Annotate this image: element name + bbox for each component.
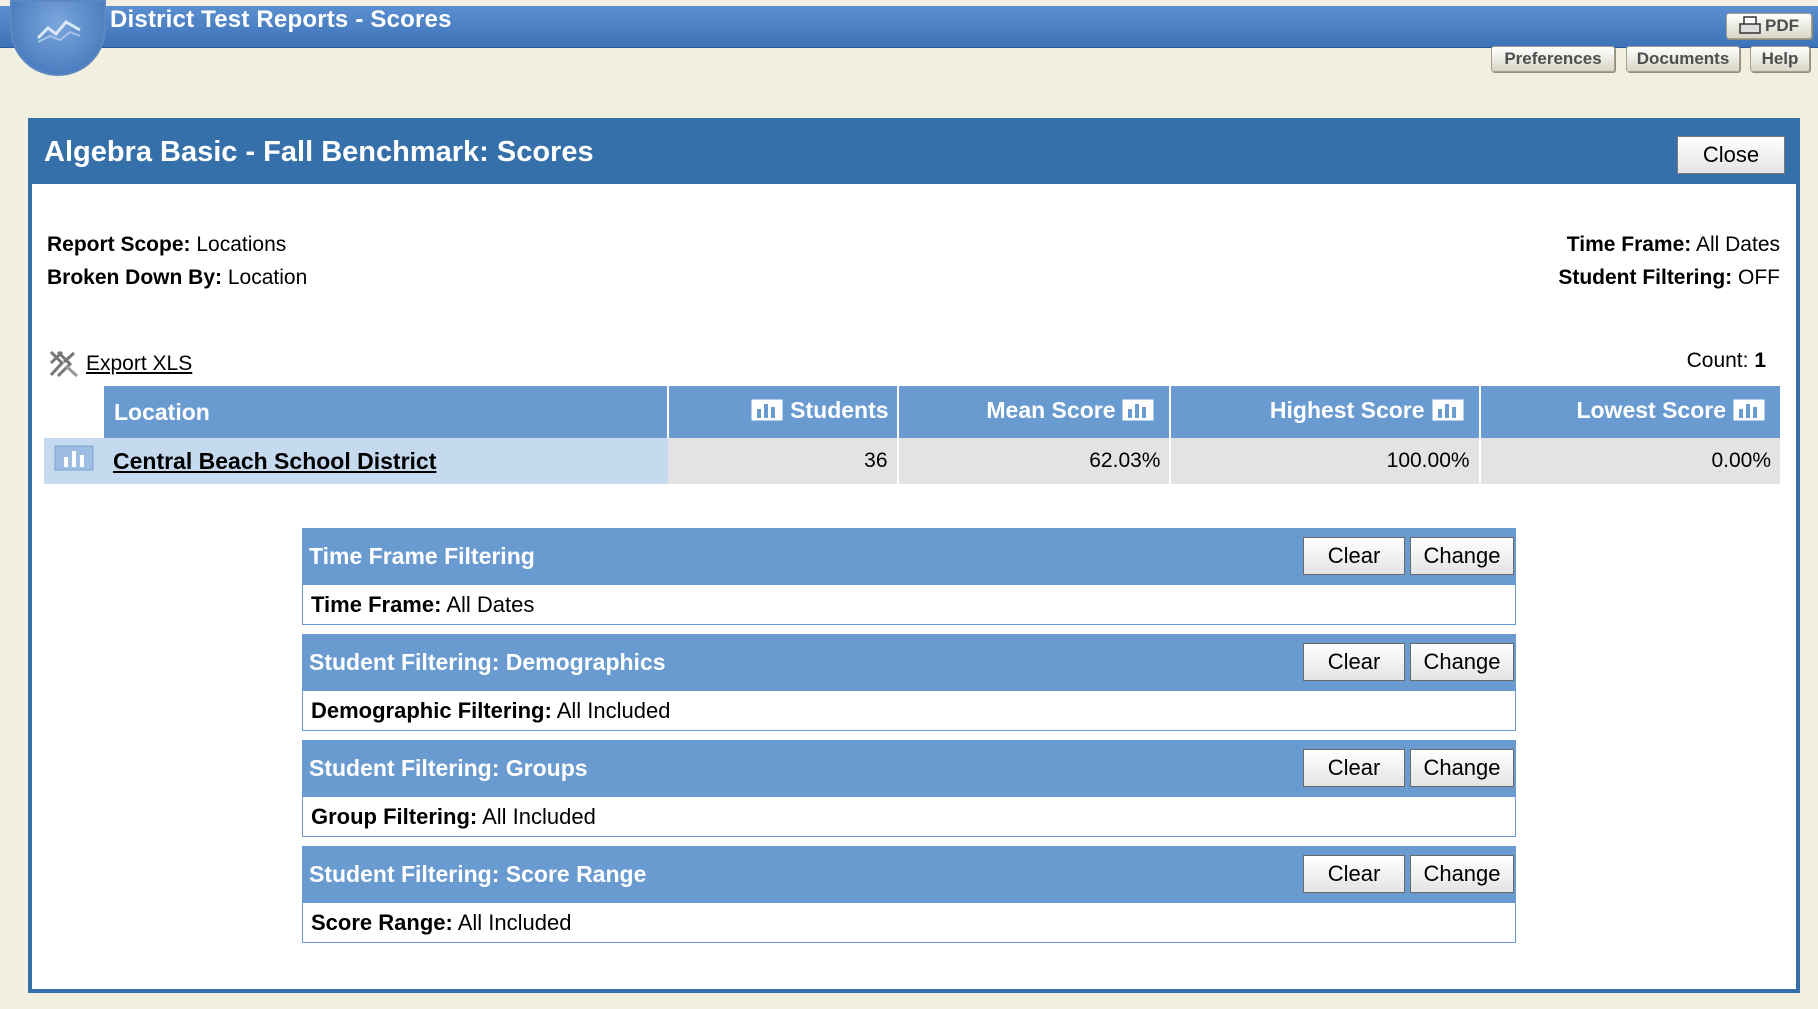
- table-header-row: Location Students Mean Score Highest Sco…: [44, 386, 1780, 438]
- broken-down-by-value: Location: [227, 266, 308, 289]
- filter-body: Time Frame: All Dates: [311, 592, 534, 618]
- line-chart-icon: [36, 20, 81, 43]
- filter-title: Student Filtering: Groups: [309, 755, 588, 781]
- filter-box-demographics: Student Filtering: Demographics Clear Ch…: [302, 634, 1516, 731]
- column-header-students[interactable]: Students: [668, 386, 899, 438]
- column-header-highest-score[interactable]: Highest Score: [1170, 386, 1481, 438]
- bar-chart-icon[interactable]: [1732, 398, 1766, 428]
- pdf-label: PDF: [1765, 16, 1799, 35]
- filter-title: Student Filtering: Demographics: [309, 649, 666, 675]
- app-logo: [10, 0, 106, 76]
- pdf-button[interactable]: PDF: [1726, 13, 1812, 39]
- filter-label: Demographic Filtering:: [311, 698, 552, 723]
- change-button[interactable]: Change: [1410, 749, 1514, 787]
- clear-button[interactable]: Clear: [1303, 855, 1405, 893]
- header-spacer: [44, 386, 104, 438]
- report-scope-value: Locations: [196, 233, 287, 256]
- bar-chart-icon[interactable]: [750, 398, 784, 428]
- broken-down-by: Broken Down By: Location: [47, 266, 307, 290]
- filter-value: All Dates: [446, 592, 535, 617]
- column-header-location[interactable]: Location: [103, 386, 669, 438]
- filter-header: Student Filtering: Demographics Clear Ch…: [303, 635, 1515, 691]
- cell-students: 36: [668, 438, 899, 484]
- filter-value: All Included: [457, 910, 572, 935]
- change-button[interactable]: Change: [1410, 643, 1514, 681]
- documents-button[interactable]: Documents: [1626, 46, 1740, 72]
- filter-label: Score Range:: [311, 910, 453, 935]
- cell-lowest-score: 0.00%: [1479, 438, 1780, 484]
- bar-chart-icon[interactable]: [1431, 398, 1465, 428]
- change-button[interactable]: Change: [1410, 537, 1514, 575]
- export-xls[interactable]: Export XLS: [48, 348, 192, 378]
- column-header-lowest-score[interactable]: Lowest Score: [1479, 386, 1780, 438]
- location-link[interactable]: Central Beach School District: [113, 448, 436, 474]
- filter-box-time-frame: Time Frame Filtering Clear Change Time F…: [302, 528, 1516, 625]
- time-frame-summary-value: All Dates: [1695, 233, 1780, 256]
- record-count-label: Count:: [1686, 349, 1749, 372]
- filter-box-score-range: Student Filtering: Score Range Clear Cha…: [302, 846, 1516, 943]
- close-button[interactable]: Close: [1677, 136, 1785, 174]
- filter-label: Time Frame:: [311, 592, 442, 617]
- cell-location: Central Beach School District: [103, 438, 668, 484]
- filter-title: Time Frame Filtering: [309, 543, 535, 569]
- filter-body: Group Filtering: All Included: [311, 804, 596, 830]
- filter-box-groups: Student Filtering: Groups Clear Change G…: [302, 740, 1516, 837]
- column-header-mean-score[interactable]: Mean Score: [897, 386, 1172, 438]
- record-count: Count: 1: [1687, 349, 1766, 373]
- export-xls-link[interactable]: Export XLS: [86, 352, 192, 375]
- help-button[interactable]: Help: [1750, 46, 1810, 72]
- app-title: District Test Reports - Scores: [110, 6, 452, 33]
- column-label-location: Location: [114, 398, 210, 425]
- change-button[interactable]: Change: [1410, 855, 1514, 893]
- filter-header: Student Filtering: Groups Clear Change: [303, 741, 1515, 797]
- bar-chart-icon[interactable]: [54, 445, 94, 471]
- scores-table: Location Students Mean Score Highest Sco…: [44, 386, 1780, 484]
- filter-value: All Included: [482, 804, 596, 829]
- cell-mean-score: 62.03%: [897, 438, 1172, 484]
- student-filtering-summary: Student Filtering: OFF: [1558, 266, 1780, 290]
- report-scope-label: Report Scope:: [47, 233, 191, 256]
- report-scope: Report Scope: Locations: [47, 233, 286, 257]
- column-label-mean-score: Mean Score: [986, 396, 1116, 423]
- filter-body: Demographic Filtering: All Included: [311, 698, 670, 724]
- preferences-button[interactable]: Preferences: [1491, 46, 1615, 72]
- filter-header: Time Frame Filtering Clear Change: [303, 529, 1515, 585]
- column-label-highest-score: Highest Score: [1269, 396, 1425, 423]
- record-count-value: 1: [1754, 349, 1766, 372]
- cell-highest-score: 100.00%: [1170, 438, 1481, 484]
- student-filtering-summary-value: OFF: [1738, 266, 1780, 289]
- time-frame-summary-label: Time Frame:: [1566, 233, 1692, 256]
- column-label-lowest-score: Lowest Score: [1576, 396, 1726, 423]
- excel-icon: [49, 350, 79, 378]
- row-chart-cell[interactable]: [44, 438, 103, 484]
- printer-icon: [1739, 16, 1761, 34]
- student-filtering-summary-label: Student Filtering:: [1558, 266, 1733, 289]
- clear-button[interactable]: Clear: [1303, 749, 1405, 787]
- clear-button[interactable]: Clear: [1303, 537, 1405, 575]
- filter-body: Score Range: All Included: [311, 910, 571, 936]
- column-label-students: Students: [790, 396, 889, 423]
- report-panel: Algebra Basic - Fall Benchmark: Scores C…: [28, 118, 1800, 993]
- filter-value: All Included: [556, 698, 671, 723]
- filter-header: Student Filtering: Score Range Clear Cha…: [303, 847, 1515, 903]
- clear-button[interactable]: Clear: [1303, 643, 1405, 681]
- report-header: Algebra Basic - Fall Benchmark: Scores C…: [32, 122, 1796, 184]
- time-frame-summary: Time Frame: All Dates: [1567, 233, 1780, 257]
- broken-down-by-label: Broken Down By:: [47, 266, 223, 289]
- report-title: Algebra Basic - Fall Benchmark: Scores: [44, 136, 594, 168]
- filter-title: Student Filtering: Score Range: [309, 861, 647, 887]
- table-row: Central Beach School District 36 62.03% …: [44, 438, 1780, 484]
- filter-label: Group Filtering:: [311, 804, 478, 829]
- bar-chart-icon[interactable]: [1121, 398, 1155, 428]
